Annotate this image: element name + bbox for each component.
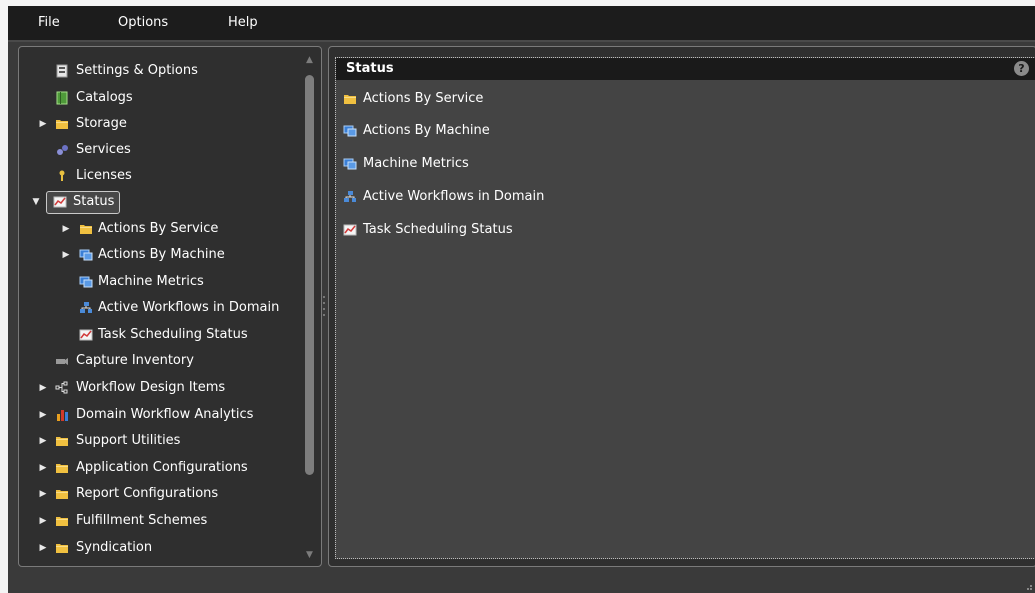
tree-item-label: Machine Metrics	[98, 274, 204, 289]
tree-item-machine-metrics[interactable]: Machine Metrics	[19, 271, 299, 293]
tree-item-capture-inventory[interactable]: Capture Inventory	[19, 350, 299, 372]
tree-item-domain-workflow-analytics[interactable]: ▶ Domain Workflow Analytics	[19, 404, 299, 426]
expand-arrow-icon[interactable]: ▶	[61, 218, 71, 240]
tree-item-label: Services	[76, 142, 131, 157]
tree-item-label: Domain Workflow Analytics	[76, 407, 254, 422]
tree-item-licenses[interactable]: Licenses	[19, 165, 299, 187]
tree-item-label: Catalogs	[76, 90, 133, 105]
tree-item-settings-options[interactable]: Settings & Options	[19, 60, 299, 82]
folder-icon	[56, 437, 68, 446]
tree-item-label: Workflow Design Items	[76, 380, 226, 395]
tree-item-fulfillment-schemes[interactable]: ▶ Fulfillment Schemes	[19, 510, 299, 532]
folder-icon	[56, 120, 68, 129]
tree-item-report-configurations[interactable]: ▶ Report Configurations	[19, 483, 299, 505]
expand-arrow-icon[interactable]: ▶	[38, 113, 48, 135]
machine-icon	[343, 125, 357, 137]
resize-grip-icon[interactable]	[1025, 583, 1033, 591]
expand-arrow-icon[interactable]: ▶	[38, 510, 48, 532]
status-content-panel: Status ? Actions By Service Actions By M…	[328, 46, 1035, 567]
tree-item-label: Application Configurations	[76, 460, 248, 475]
tree-item-workflow-design-items[interactable]: ▶ Workflow Design Items	[19, 377, 299, 399]
collapse-arrow-icon[interactable]: ▼	[31, 191, 41, 213]
status-header: Status ?	[336, 58, 1035, 80]
app-window: File Options Help Settings & Options Cat…	[8, 6, 1035, 593]
tree-item-syndication[interactable]: ▶ Syndication	[19, 537, 299, 559]
folder-icon	[344, 95, 356, 104]
folder-icon	[56, 464, 68, 473]
workflow-icon	[55, 381, 68, 394]
settings-icon	[56, 64, 68, 78]
status-title: Status	[346, 61, 394, 76]
camera-icon	[56, 358, 68, 365]
status-chart-icon	[343, 224, 357, 236]
tree-item-actions-by-service[interactable]: ▶ Actions By Service	[19, 218, 299, 240]
menubar-divider	[8, 40, 1035, 42]
tree-item-label: Storage	[76, 116, 127, 131]
status-link-label: Task Scheduling Status	[363, 222, 513, 237]
folder-icon	[80, 225, 92, 234]
menu-options[interactable]: Options	[118, 15, 168, 30]
tree-scrollbar[interactable]: ▲ ▼	[304, 55, 315, 560]
expand-arrow-icon[interactable]: ▶	[61, 244, 71, 266]
tree-item-services[interactable]: Services	[19, 139, 299, 161]
status-chart-icon	[79, 329, 93, 341]
catalog-icon	[56, 91, 68, 105]
scroll-up-arrow-icon[interactable]: ▲	[304, 55, 315, 65]
scroll-down-arrow-icon[interactable]: ▼	[304, 550, 315, 560]
menu-help[interactable]: Help	[228, 15, 258, 30]
tree-item-label: Report Configurations	[76, 486, 219, 501]
network-icon	[80, 302, 92, 313]
tree-item-active-workflows[interactable]: Active Workflows in Domain	[19, 297, 299, 319]
tree-item-actions-by-machine[interactable]: ▶ Actions By Machine	[19, 244, 299, 266]
tree-item-status[interactable]: ▼ Status	[19, 191, 299, 213]
tree-item-label: Support Utilities	[76, 433, 181, 448]
analytics-icon	[57, 410, 68, 421]
expand-arrow-icon[interactable]: ▶	[38, 457, 48, 479]
tree-item-label: Licenses	[76, 168, 132, 183]
status-content-area: Status ? Actions By Service Actions By M…	[335, 57, 1035, 559]
network-icon	[344, 191, 356, 202]
machine-icon	[79, 276, 93, 288]
tree-item-label: Fulfillment Schemes	[76, 513, 208, 528]
expand-arrow-icon[interactable]: ▶	[38, 537, 48, 559]
services-icon	[57, 145, 68, 155]
machine-icon	[343, 158, 357, 170]
status-link-label: Actions By Service	[363, 91, 484, 106]
tree-item-label: Active Workflows in Domain	[98, 300, 280, 315]
expand-arrow-icon[interactable]: ▶	[38, 430, 48, 452]
tree-item-label: Task Scheduling Status	[98, 327, 248, 342]
expand-arrow-icon[interactable]: ▶	[38, 483, 48, 505]
tree-item-label: Actions By Machine	[98, 247, 225, 262]
tree-item-catalogs[interactable]: Catalogs	[19, 87, 299, 109]
status-link-label: Machine Metrics	[363, 156, 469, 171]
tree-item-task-scheduling-status[interactable]: Task Scheduling Status	[19, 324, 299, 346]
expand-arrow-icon[interactable]: ▶	[38, 377, 48, 399]
tree-item-application-configurations[interactable]: ▶ Application Configurations	[19, 457, 299, 479]
tree-item-storage[interactable]: ▶ Storage	[19, 113, 299, 135]
panel-splitter[interactable]	[321, 46, 327, 565]
folder-icon	[56, 544, 68, 553]
status-chart-icon	[53, 196, 67, 208]
expand-arrow-icon[interactable]: ▶	[38, 404, 48, 426]
tree-item-label: Capture Inventory	[76, 353, 194, 368]
navigation-tree-panel: Settings & Options Catalogs ▶ Storage Se…	[18, 46, 322, 567]
menu-file[interactable]: File	[38, 15, 60, 30]
scroll-thumb[interactable]	[305, 75, 314, 475]
folder-icon	[56, 517, 68, 526]
menu-bar: File Options Help	[8, 6, 1035, 40]
key-icon	[59, 170, 65, 181]
tree-item-label: Settings & Options	[76, 63, 198, 78]
tree-item-label: Actions By Service	[98, 221, 219, 236]
tree-item-label: Status	[73, 194, 115, 209]
status-link-label: Active Workflows in Domain	[363, 189, 545, 204]
status-link-label: Actions By Machine	[363, 123, 490, 138]
tree-item-label: Syndication	[76, 540, 153, 555]
help-icon[interactable]: ?	[1014, 61, 1029, 76]
folder-icon	[56, 490, 68, 499]
tree-item-support-utilities[interactable]: ▶ Support Utilities	[19, 430, 299, 452]
machine-icon	[79, 249, 93, 261]
